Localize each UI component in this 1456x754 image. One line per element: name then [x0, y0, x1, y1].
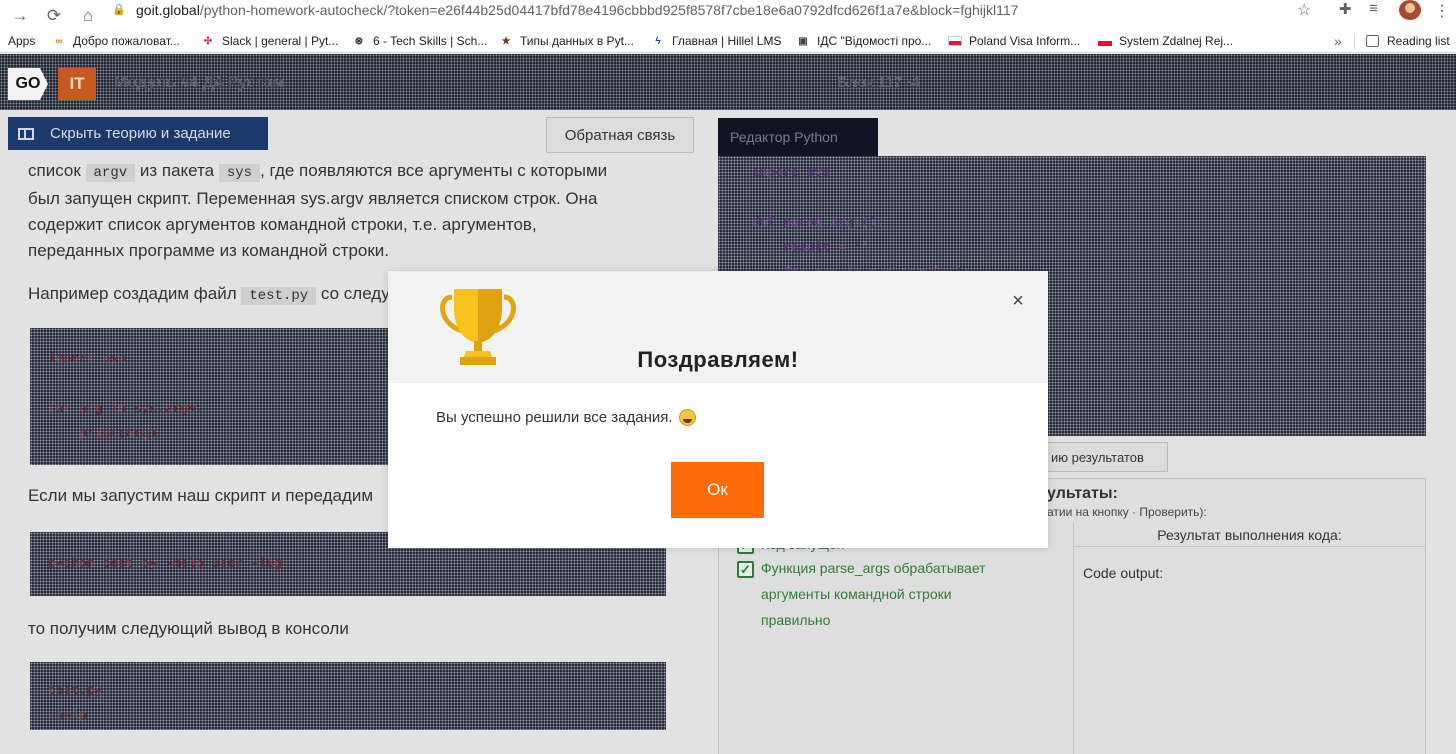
check-line: аргументы командной строки [761, 586, 952, 602]
hide-theory-button[interactable]: Скрыть теорию и задание [8, 117, 268, 150]
output-paragraph: то получим следующий вывод в консоли [28, 619, 349, 638]
bookmark-slack[interactable]: ✣ Slack | general | Pyt... [201, 34, 339, 48]
browser-toolbar: → ⟳ ⌂ 🔒 goit.global/python-homework-auto… [0, 0, 1456, 31]
success-modal: Поздравляем! × Вы успешно решили все зад… [388, 271, 1048, 548]
code-output-label: Code output: [1083, 565, 1164, 581]
text-fragment: Например создадим файл [28, 284, 237, 303]
feedback-button[interactable]: Обратная связь [546, 117, 694, 153]
reading-list-icon [1366, 35, 1379, 47]
close-icon[interactable]: × [1010, 291, 1026, 311]
theory-line: переданных программе из командной строки… [28, 241, 390, 260]
back-arrow-icon[interactable]: → [8, 4, 32, 28]
theory-line: был запущен скрипт. Переменная sys.argv … [28, 189, 598, 208]
bookmark-label: Apps [8, 34, 36, 48]
slack-favicon-icon: ✣ [203, 35, 213, 47]
bookmark-label: Главная | Hillel LMS [672, 34, 782, 48]
bookmarks-bar: Apps ∞ Добро пожаловат... ✣ Slack | gene… [0, 31, 1456, 53]
text-fragment: список [28, 161, 81, 180]
bookmark-star-icon[interactable]: ☆ [1297, 0, 1311, 20]
reading-list-button[interactable]: Reading list [1366, 34, 1450, 48]
bookmark-system-zdalnej[interactable]: System Zdalnej Rej... [1098, 34, 1233, 48]
reload-icon[interactable]: ⟳ [42, 4, 66, 28]
bookmark-poland-visa[interactable]: Poland Visa Inform... [948, 34, 1080, 48]
example-paragraph: Например создадим файл test.py со следу [28, 284, 390, 305]
code-text: python test.py -help user -l8g [48, 556, 283, 571]
globe-favicon-icon: ⊛ [354, 35, 364, 47]
logo-go: GO [8, 68, 48, 100]
bookmark-label: 6 - Tech Skills | Sch... [373, 34, 488, 48]
document-favicon-icon: ▣ [798, 35, 808, 47]
text-fragment: из пакета [139, 161, 215, 180]
theory-text: список argv из пакета sys, где появляютс… [28, 158, 668, 264]
poland-flag-icon [948, 36, 962, 46]
check-text-2: Функция parse_args обрабатывает аргумент… [761, 555, 986, 633]
check-line: Функция parse_args обрабатывает [761, 560, 986, 576]
inline-code: argv [85, 164, 136, 182]
hillel-favicon-icon: ϟ [655, 35, 661, 47]
bookmark-label: Slack | general | Pyt... [222, 34, 339, 48]
theory-line: содержит список аргументов командной стр… [28, 215, 537, 234]
reading-list-label: Reading list [1387, 34, 1450, 48]
check-passed-icon: ✓ [737, 561, 754, 578]
code-block-example: import sys for arg in sys.argv: print(ar… [30, 328, 390, 465]
extensions-puzzle-icon[interactable]: ✚ [1339, 0, 1352, 18]
home-icon[interactable]: ⌂ [76, 4, 100, 28]
modal-title: Поздравляем! [637, 347, 799, 372]
bookmark-label: Типы данных в Pyt... [520, 34, 634, 48]
results-column-header: Результат выполнения кода: [1073, 523, 1425, 547]
inline-code: test.py [241, 287, 317, 305]
code-text: test.py -help [48, 683, 103, 723]
bookmarks-more-chevron[interactable]: » [1334, 33, 1342, 49]
goit-favicon-icon: ∞ [55, 35, 63, 47]
theory-line: список argv из пакета sys, где появляютс… [28, 158, 668, 186]
results-toggle-button[interactable]: ию результатов [1040, 442, 1168, 472]
profile-avatar[interactable] [1399, 0, 1421, 20]
results-hint: атии на кнопку · Проверить): [1047, 505, 1207, 519]
results-divider [1073, 547, 1074, 754]
sidebar-toggle-icon [18, 127, 34, 140]
media-queue-icon[interactable]: ≡ [1369, 0, 1378, 17]
inline-code: sys [218, 164, 261, 182]
run-paragraph: Если мы запустим наш скрипт и передадим [28, 486, 374, 505]
block-title: Блок 117 ·4 [837, 74, 920, 91]
bookmark-goit[interactable]: ∞ Добро пожаловат... [52, 34, 180, 48]
modal-header: Поздравляем! × [388, 271, 1048, 383]
site-header: GO IT Модуль #4 Д4 Рустам Блок 117 ·4 [0, 54, 1456, 110]
smile-emoji-icon [678, 409, 696, 426]
modal-message: Вы успешно решили все задания. [436, 409, 696, 426]
bookmark-label: Poland Visa Inform... [969, 34, 1081, 48]
logo-it: IT [58, 68, 96, 100]
module-title: Модуль #4 Д4 Рустам [114, 74, 284, 91]
check-line: правильно [761, 612, 831, 628]
tab-python-editor[interactable]: Редактор Python [718, 118, 878, 156]
lock-icon: 🔒 [112, 4, 126, 16]
address-bar[interactable]: 🔒 goit.global/python-homework-autocheck/… [112, 0, 1322, 20]
browser-menu-icon[interactable]: ⋮ [1434, 1, 1450, 21]
hide-theory-label: Скрыть теорию и задание [50, 125, 231, 142]
text-fragment: , где появляются все аргументы с которым… [260, 161, 608, 180]
bookmark-tech-skills[interactable]: ⊛ 6 - Tech Skills | Sch... [352, 34, 487, 48]
text-fragment: со следу [320, 284, 390, 303]
bookmark-label: ІДС "Відомості про... [817, 34, 932, 48]
code-text: import sys for arg in sys.argv: print(ar… [48, 351, 205, 441]
code-block-output: test.py -help [30, 662, 666, 730]
bookmarks-divider [1354, 35, 1355, 50]
bookmark-python-types[interactable]: ★ Типы данных в Pyt... [499, 34, 634, 48]
bookmark-hillel[interactable]: ϟ Главная | Hillel LMS [651, 34, 781, 48]
results-title: ультаты: [1047, 485, 1118, 502]
url-text: goit.global/python-homework-autocheck/?t… [136, 2, 1018, 18]
bookmark-ids[interactable]: ▣ ІДС "Відомості про... [796, 34, 931, 48]
ok-button[interactable]: Ок [671, 462, 764, 518]
bookmark-label: Добро пожаловат... [73, 34, 180, 48]
url-path: /python-homework-autocheck/?token=e26f44… [199, 2, 1019, 18]
book-favicon-icon: ★ [501, 35, 511, 47]
modal-message-text: Вы успешно решили все задания. [436, 409, 673, 426]
bookmark-label: System Zdalnej Rej... [1119, 34, 1234, 48]
url-host: goit.global [136, 2, 200, 18]
poland-flag-icon [1098, 36, 1112, 46]
bookmark-apps[interactable]: Apps [8, 34, 35, 48]
goit-logo[interactable]: GO IT [8, 68, 96, 100]
